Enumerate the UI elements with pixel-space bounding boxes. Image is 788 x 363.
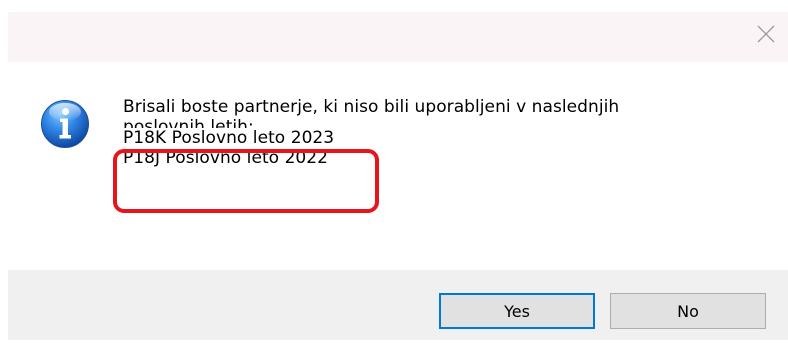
annotation-highlight-box	[113, 149, 379, 213]
message-line: poslovnih letih:	[123, 117, 254, 128]
message-line: Brisali boste partnerje, ki niso bili up…	[123, 97, 620, 117]
info-icon	[40, 99, 90, 149]
message-line-highlighted: P18K Poslovno leto 2023	[123, 128, 335, 148]
title-bar	[8, 12, 788, 62]
close-icon	[757, 25, 775, 43]
no-button[interactable]: No	[610, 293, 766, 329]
yes-button[interactable]: Yes	[439, 293, 595, 329]
close-button[interactable]	[744, 12, 788, 58]
